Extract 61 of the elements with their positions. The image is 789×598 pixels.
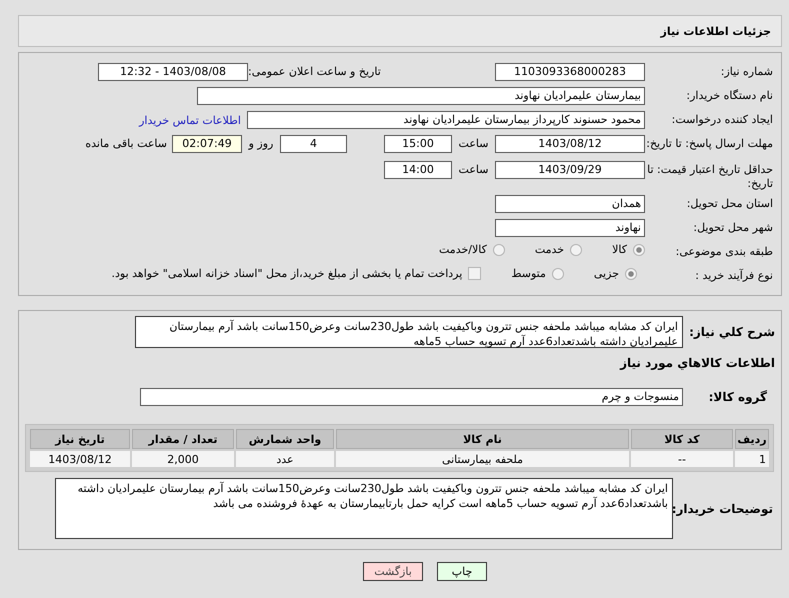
option-label: کالا/خدمت [439, 243, 487, 256]
field-label: ساعت باقی مانده [85, 136, 167, 152]
description-box[interactable]: ایران کد مشابه میباشد ملحفه جنس تترون وباکیفیت باشد طول230سانت وعرض150سانت باشد آرم بیمارستان علیمرادیان داشته باشدتعداد6عدد آرم تسویه حساب 5ماهه [135, 316, 683, 348]
radio-button[interactable] [492, 244, 505, 256]
option-label: کالا [612, 243, 627, 256]
field-label: شماره نیاز: [720, 64, 774, 79]
text-field[interactable]: منسوجات و چرم [140, 388, 683, 406]
field-label: ایجاد کننده درخواست: [670, 112, 774, 127]
text-field[interactable]: 1403/09/29 [495, 161, 645, 179]
table-cell: -- [631, 451, 733, 467]
column-header: نام کالا [336, 429, 629, 449]
field-label: روز و [247, 136, 274, 152]
column-header: تاریخ نیاز [30, 429, 130, 449]
field-label: ساعت [458, 136, 490, 152]
field-label: حداقل تاریخ اعتبار قیمت: تا تاریخ: [646, 162, 774, 191]
field-label: مهلت ارسال پاسخ: تا تاریخ: [645, 136, 774, 151]
column-header: رديف [735, 429, 769, 449]
text-field[interactable]: بیمارستان علیمرادیان نهاوند [197, 87, 645, 105]
page-title: جزئیات اطلاعات نیاز [660, 24, 771, 38]
column-header: کد کالا [631, 429, 733, 449]
text-field[interactable]: 1103093368000283 [495, 63, 645, 81]
field-label: ساعت [458, 162, 490, 178]
text-field[interactable]: 15:00 [384, 135, 452, 153]
column-header: واحد شمارش [236, 429, 334, 449]
radio-button[interactable] [625, 268, 637, 280]
table-cell: ملحفه بیمارستانی [336, 451, 629, 467]
radio-button[interactable] [570, 244, 582, 256]
table-cell: 2,000 [132, 451, 234, 467]
text-field[interactable]: 4 [280, 135, 347, 153]
option-label: جزیی [594, 267, 619, 280]
field-label: تاریخ و ساعت اعلان عمومی: [248, 64, 382, 80]
contact-link[interactable]: اطلاعات تماس خریدار [139, 114, 241, 126]
text-field[interactable]: نهاوند [495, 219, 645, 237]
field-label: نوع فرآیند خرید : [694, 268, 774, 283]
field-label: طبقه بندی موضوعی: [674, 244, 774, 259]
text-field[interactable]: 14:00 [384, 161, 452, 179]
field-label: گروه کالا: [708, 390, 768, 404]
option-label: خدمت [534, 243, 564, 256]
field-label: نام دستگاه خریدار: [685, 88, 774, 103]
field-label: استان محل تحویل: [686, 196, 774, 211]
text-field[interactable]: همدان [495, 195, 645, 213]
back-button[interactable]: بازگشت [363, 562, 423, 581]
table-cell: 1403/08/12 [30, 451, 130, 467]
table-cell: 1 [735, 451, 769, 467]
option-label: متوسط [511, 267, 546, 280]
column-header: تعداد / مقدار [132, 429, 234, 449]
field-label: توضیحات خریدار: [673, 502, 774, 516]
text-field[interactable]: 1403/08/12 [495, 135, 645, 153]
text-field[interactable]: 1403/08/08 - 12:32 [98, 63, 248, 81]
notes-box[interactable]: ایران کد مشابه میباشد ملحفه جنس تترون وباکیفیت باشد طول230سانت وعرض150سانت باشد آرم بیمارستان علیمرادیان داشته باشدتعداد6عدد آرم تسویه حساب 5ماهه است کرایه حمل بارتابیمارستان به عهدۀ فروشنده می باشد [55, 478, 673, 539]
section-title: اطلاعات کالاهاي مورد نياز [618, 356, 776, 370]
text-field[interactable]: محمود حسنوند کارپرداز بیمارستان علیمرادیان نهاوند [247, 111, 645, 129]
field-label: شهر محل تحویل: [692, 220, 774, 235]
option-label: پرداخت تمام یا بخشی از مبلغ خرید،از محل "اسناد خزانه اسلامی" خواهد بود. [112, 267, 462, 280]
field-label: شرح کلي نياز: [688, 325, 776, 339]
checkbox[interactable] [468, 267, 482, 280]
radio-button[interactable] [633, 244, 645, 256]
radio-button[interactable] [552, 268, 564, 280]
countdown-field: 02:07:49 [172, 135, 242, 153]
print-button[interactable]: چاپ [437, 562, 487, 581]
table-cell: عدد [236, 451, 334, 467]
